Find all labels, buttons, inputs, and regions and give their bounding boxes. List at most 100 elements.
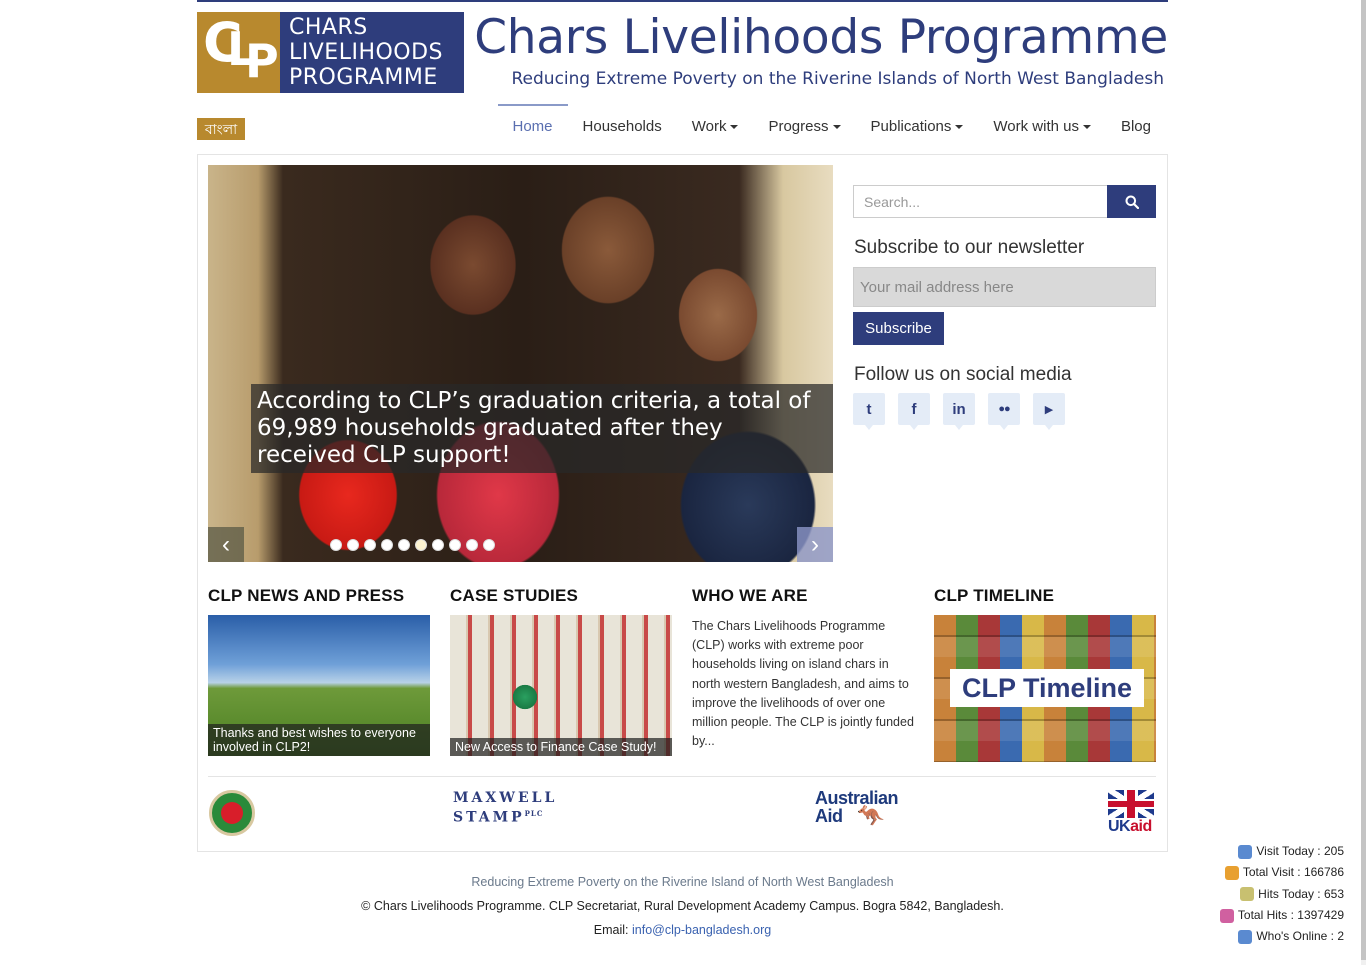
nav-item-progress[interactable]: Progress (753, 104, 855, 148)
facebook-glyph: f (911, 400, 917, 418)
slider-dot[interactable] (330, 539, 342, 551)
news-section-title: CLP NEWS AND PRESS (208, 586, 405, 605)
caret-down-icon (1082, 125, 1091, 130)
logo-text: MAXWELL (453, 790, 558, 806)
slider-dot[interactable] (432, 539, 444, 551)
bar-chart-icon (1219, 908, 1234, 923)
slider-dot[interactable] (449, 539, 461, 551)
twitter-glyph: t (866, 400, 872, 418)
flickr-glyph: ●● (998, 403, 1010, 415)
linkedin-icon[interactable]: in (943, 393, 975, 430)
case-studies-title: CASE STUDIES (450, 586, 579, 605)
facebook-icon[interactable]: f (898, 393, 930, 430)
newsletter-heading: Subscribe to our newsletter (854, 237, 1085, 258)
email-label: Email: (593, 923, 629, 937)
logo-mark: C L P (197, 12, 280, 93)
news-thumbnail[interactable]: Thanks and best wishes to everyone invol… (208, 615, 430, 756)
union-flag-icon (1108, 790, 1154, 818)
bar-chart-icon (1224, 865, 1239, 880)
stat-label: Total Visit : 166786 (1242, 865, 1344, 880)
slider-dot[interactable] (483, 539, 495, 551)
news-caption[interactable]: Thanks and best wishes to everyone invol… (208, 724, 430, 756)
logo-text: PLC (524, 809, 544, 818)
case-study-caption[interactable]: New Access to Finance Case Study! (450, 738, 672, 756)
stat-label: Visit Today : 205 (1256, 844, 1344, 858)
twitter-icon[interactable]: t (853, 393, 885, 430)
slider-dot[interactable] (466, 539, 478, 551)
search-input[interactable] (853, 185, 1107, 218)
stat-online: Who's Online : 2 (1220, 926, 1344, 947)
bangladesh-govt-logo[interactable] (209, 790, 255, 836)
nav-label: Households (582, 118, 662, 135)
site-title: Chars Livelihoods Programme (474, 10, 1168, 65)
nav-item-publications[interactable]: Publications (856, 104, 979, 148)
linkedin-glyph: in (952, 400, 966, 418)
visitor-icon (1238, 844, 1253, 859)
case-study-thumbnail[interactable]: New Access to Finance Case Study! (450, 615, 672, 756)
slider-dot[interactable] (347, 539, 359, 551)
site-subtitle: Reducing Extreme Poverty on the Riverine… (511, 69, 1165, 89)
nav-item-work[interactable]: Work (677, 104, 754, 148)
caret-down-icon (730, 125, 739, 130)
logo-text: aid (1130, 818, 1152, 835)
nav-item-households[interactable]: Households (568, 104, 677, 148)
slider-dot[interactable] (398, 539, 410, 551)
site-logo[interactable]: C L P CHARS LIVELIHOODS PROGRAMME (197, 12, 464, 93)
footer-email: Email: info@clp-bangladesh.org (197, 923, 1168, 937)
hero-slider[interactable]: According to CLP’s graduation criteria, … (208, 165, 833, 562)
timeline-image[interactable]: CLP Timeline (934, 615, 1156, 762)
nav-label: Blog (1120, 118, 1151, 135)
page-scrollbar[interactable] (1361, 0, 1366, 965)
newsletter-email-field[interactable] (853, 267, 1156, 307)
slider-dot[interactable] (364, 539, 376, 551)
slider-dot[interactable] (415, 539, 427, 551)
search-form (853, 185, 1156, 218)
slider-next-button[interactable]: › (797, 527, 833, 562)
nav-item-work-with-us[interactable]: Work with us (978, 104, 1106, 148)
search-button[interactable] (1107, 185, 1156, 218)
caret-down-icon (955, 125, 964, 130)
logo-text: STAMP (453, 809, 525, 826)
main-nav: Home Households Work Progress Publicatio… (497, 104, 1167, 148)
who-we-are-text: The Chars Livelihoods Programme (CLP) wo… (692, 619, 914, 749)
youtube-icon[interactable]: ▶ (1033, 393, 1065, 430)
australian-aid-logo[interactable]: Australian Aid 🦘 (815, 789, 899, 827)
logo-line: PROGRAMME (289, 65, 438, 90)
visitor-stats: Visit Today : 205 Total Visit : 166786 H… (1219, 841, 1344, 947)
language-toggle-button[interactable]: বাংলা (197, 118, 245, 140)
scrollbar-thumb[interactable] (1361, 0, 1366, 960)
youtube-glyph: ▶ (1044, 403, 1054, 416)
logo-text: UK (1108, 818, 1131, 835)
stat-hits-today: Hits Today : 653 (1220, 884, 1344, 905)
subscribe-button[interactable]: Subscribe (853, 312, 944, 345)
slider-dots (330, 539, 495, 551)
chevron-left-icon: ‹ (222, 531, 230, 558)
timeline-label: CLP Timeline (950, 669, 1144, 707)
user-online-icon (1238, 929, 1253, 944)
logo-text: CHARS LIVELIHOODS PROGRAMME (280, 12, 464, 93)
flickr-icon[interactable]: ●● (988, 393, 1020, 430)
stat-label: Total Hits : 1397429 (1237, 907, 1344, 922)
logo-line: LIVELIHOODS (289, 40, 444, 65)
stat-visit-today: Visit Today : 205 (1220, 841, 1344, 862)
search-icon (1125, 195, 1139, 209)
footer-copyright: © Chars Livelihoods Programme. CLP Secre… (361, 899, 1004, 913)
slide-caption[interactable]: According to CLP’s graduation criteria, … (251, 384, 833, 473)
logo-emblem (221, 802, 243, 824)
nav-label: Work (691, 118, 727, 135)
slider-dot[interactable] (381, 539, 393, 551)
logo-letter-p: P (245, 34, 279, 88)
logo-line: CHARS (289, 15, 368, 40)
ukaid-logo[interactable]: UKaid (1108, 790, 1154, 838)
stat-label: Hits Today : 653 (1258, 886, 1344, 901)
slider-prev-button[interactable]: ‹ (208, 527, 244, 562)
social-heading: Follow us on social media (854, 364, 1072, 385)
nav-label: Publications (870, 118, 952, 135)
email-link[interactable]: info@clp-bangladesh.org (632, 923, 771, 937)
nav-item-blog[interactable]: Blog (1106, 104, 1166, 148)
nav-label: Home (512, 118, 553, 135)
nav-item-home[interactable]: Home (497, 104, 568, 148)
maxwell-stamp-logo[interactable]: MAXWELL STAMPPLC (453, 791, 557, 826)
stat-label: Who's Online : 2 (1256, 929, 1344, 944)
divider (208, 776, 1156, 777)
